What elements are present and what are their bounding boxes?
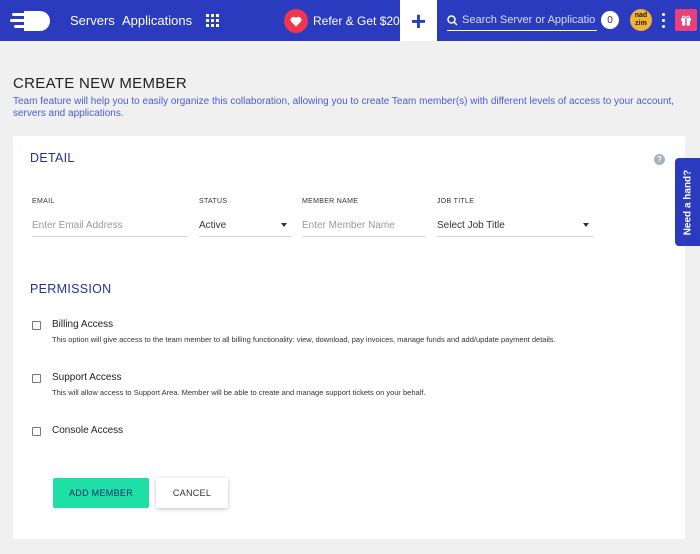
job-title-label: JOB TITLE [437, 198, 475, 205]
refer-label: Refer & Get $20 [313, 14, 400, 28]
status-field-group: STATUS Active [199, 198, 292, 237]
logo-icon[interactable] [10, 7, 58, 35]
billing-access-checkbox[interactable] [32, 321, 41, 330]
email-field-group: EMAIL [32, 198, 188, 237]
job-title-value: Select Job Title [437, 219, 505, 231]
refer-button[interactable]: Refer & Get $20 [284, 9, 400, 33]
detail-section-title: DETAIL [30, 151, 75, 165]
need-a-hand-label: Need a hand? [682, 169, 694, 235]
page-description: Team feature will help you to easily org… [13, 96, 675, 119]
top-navbar: Servers Applications Refer & Get $20 + 0… [0, 0, 700, 41]
avatar-line1: nad [634, 12, 648, 19]
status-value: Active [199, 219, 227, 231]
more-vertical-icon[interactable] [662, 13, 666, 28]
need-a-hand-tab[interactable]: Need a hand? [675, 158, 700, 246]
search-icon [447, 14, 458, 26]
chevron-down-icon [281, 223, 287, 227]
support-access-label[interactable]: Support Access [52, 372, 121, 383]
avatar-line2: zim [635, 20, 647, 27]
search-input[interactable] [462, 14, 596, 26]
member-name-field-group: MEMBER NAME [302, 198, 426, 237]
search-box[interactable] [447, 10, 597, 31]
email-field[interactable] [32, 219, 183, 231]
heart-icon [284, 9, 308, 33]
console-access-checkbox[interactable] [32, 427, 41, 436]
apps-grid-icon[interactable] [206, 14, 219, 27]
member-form-card: DETAIL ? EMAIL STATUS Active MEMBER NAME… [13, 136, 685, 539]
status-select[interactable]: Active [199, 214, 292, 237]
console-access-label[interactable]: Console Access [52, 425, 123, 436]
job-title-field-group: JOB TITLE Select Job Title [437, 198, 594, 237]
job-title-select[interactable]: Select Job Title [437, 214, 594, 237]
status-label: STATUS [199, 198, 228, 205]
plus-icon[interactable]: + [400, 0, 437, 41]
avatar[interactable]: nad zim [630, 9, 652, 31]
permission-section-title: PERMISSION [30, 282, 112, 296]
help-icon[interactable]: ? [654, 154, 665, 165]
page-title: CREATE NEW MEMBER [13, 75, 187, 92]
support-access-checkbox[interactable] [32, 374, 41, 383]
member-name-field[interactable] [302, 219, 421, 231]
billing-access-description: This option will give access to the team… [52, 335, 556, 344]
nav-servers-link[interactable]: Servers [70, 13, 115, 28]
support-access-description: This will allow access to Support Area. … [52, 388, 426, 397]
cancel-button[interactable]: CANCEL [156, 478, 228, 508]
add-member-button[interactable]: ADD MEMBER [53, 478, 149, 508]
chevron-down-icon [583, 223, 589, 227]
member-name-label: MEMBER NAME [302, 198, 359, 205]
email-label: EMAIL [32, 198, 55, 205]
billing-access-label[interactable]: Billing Access [52, 319, 113, 330]
nav-applications-link[interactable]: Applications [122, 13, 192, 28]
gift-icon[interactable] [675, 9, 697, 31]
notification-count-badge[interactable]: 0 [601, 11, 619, 29]
